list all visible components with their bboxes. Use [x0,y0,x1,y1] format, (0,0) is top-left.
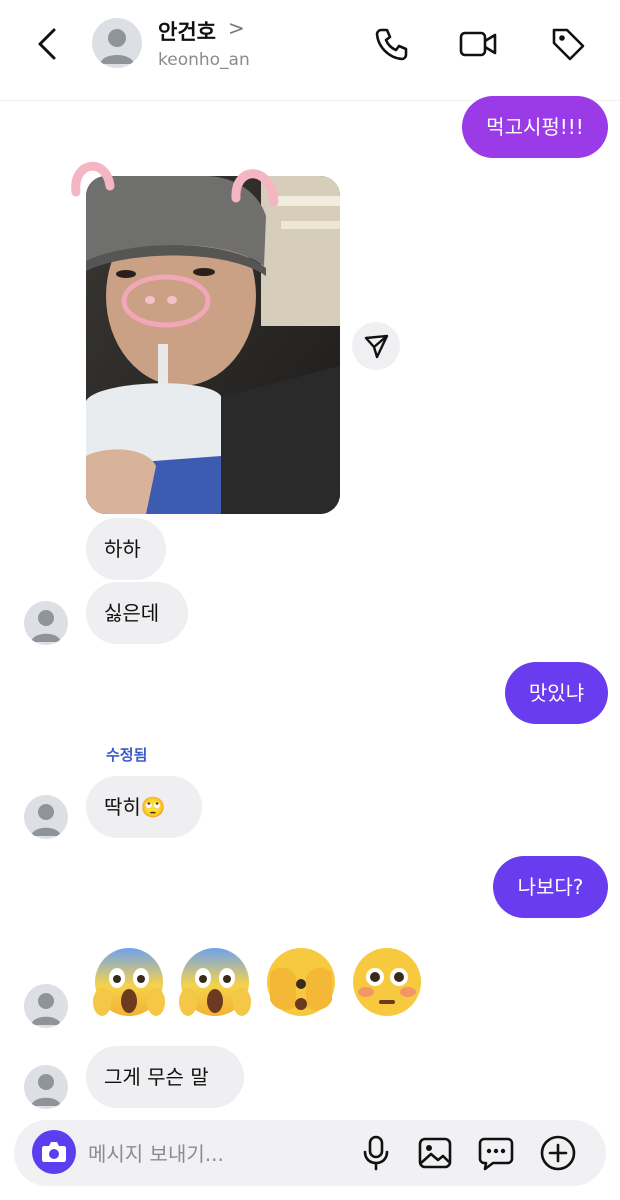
message-input[interactable] [86,1130,350,1178]
face-screaming-emoji [93,948,165,1016]
sender-avatar[interactable] [24,601,68,645]
tag-button[interactable] [548,24,588,64]
camera-button[interactable] [32,1130,76,1174]
incoming-message[interactable]: 싫은데 [86,582,188,644]
outgoing-message[interactable]: 먹고시펑!!! [462,96,608,158]
send-arrow-icon [364,334,389,359]
contact-username[interactable]: keonho_an [158,50,250,70]
face-screaming-emoji [179,948,251,1016]
default-avatar-icon [31,804,61,836]
plus-circle-icon [540,1135,576,1171]
chat-bubble-icon [478,1137,514,1171]
chat-header: 안건호 > keonho_an [0,0,620,101]
edited-label: 수정됨 [106,746,148,764]
video-camera-icon [459,31,497,57]
header-avatar[interactable] [92,18,142,68]
default-avatar-icon [100,29,134,64]
chevron-left-icon [38,28,56,60]
default-avatar-icon [31,610,61,642]
chevron-right-icon[interactable]: > [228,16,245,40]
outgoing-message[interactable]: 나보다? [493,856,608,918]
back-button[interactable] [30,24,66,64]
incoming-message[interactable]: 그게 무슨 말 [86,1046,244,1108]
default-avatar-icon [31,993,61,1025]
incoming-message[interactable]: 하하 [86,518,166,580]
gallery-button[interactable] [415,1133,455,1173]
contact-name[interactable]: 안건호 [158,16,216,46]
selfie-photo [86,176,340,514]
sender-avatar[interactable] [24,1065,68,1109]
sender-avatar[interactable] [24,984,68,1028]
voice-call-button[interactable] [372,24,412,64]
share-button[interactable] [352,322,400,370]
voice-message-button[interactable] [356,1133,396,1173]
face-peeking-emoji [267,948,335,1016]
video-call-button[interactable] [458,24,498,64]
image-icon [418,1137,452,1169]
camera-icon [42,1142,66,1162]
doodle-ears [71,162,279,207]
microphone-icon [363,1135,389,1171]
dm-thread-screen: 안건호 > keonho_an 먹고시펑!!! 하하 싫은데 맛있냐 수정됨 딱… [0,0,620,1200]
phone-icon [375,28,408,61]
sticker-button[interactable] [476,1133,516,1173]
photo-message[interactable] [86,176,340,514]
message-composer [14,1120,606,1186]
face-flushed-emoji [353,948,421,1016]
outgoing-message[interactable]: 맛있냐 [505,662,608,724]
tag-icon [552,28,585,61]
default-avatar-icon [31,1074,61,1106]
incoming-message[interactable]: 딱히🙄 [86,776,202,838]
sender-avatar[interactable] [24,795,68,839]
more-button[interactable] [538,1133,578,1173]
